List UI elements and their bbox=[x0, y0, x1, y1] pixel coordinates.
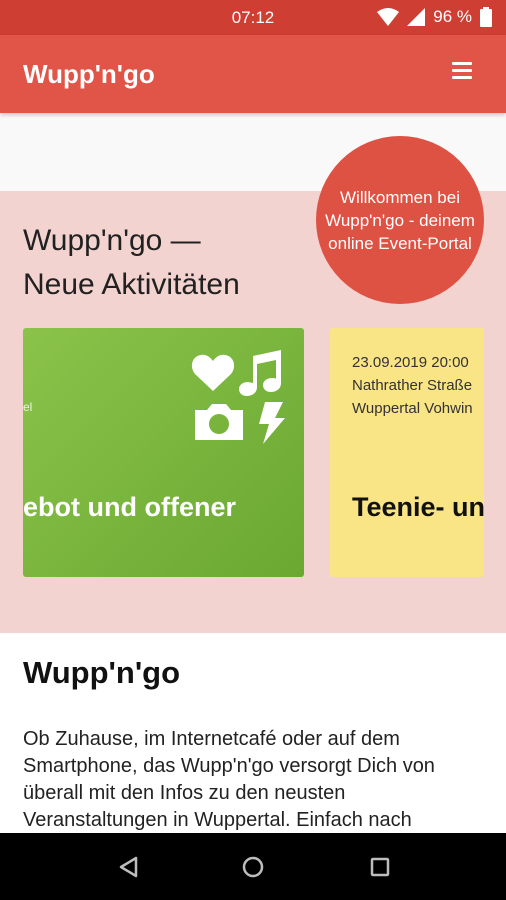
event-card-info: 23.09.2019 20:00 Nathrather Straße Wuppe… bbox=[352, 351, 473, 420]
battery-icon bbox=[480, 7, 492, 27]
status-bar: 07:12 96 % bbox=[0, 0, 506, 35]
about-text: Ob Zuhause, im Internetcafé oder auf dem… bbox=[23, 728, 435, 831]
home-icon[interactable] bbox=[223, 833, 283, 900]
about-section: Wupp'n'go Ob Zuhause, im Internetcafé od… bbox=[0, 633, 506, 833]
event-date: 23.09.2019 20:00 bbox=[352, 354, 469, 371]
event-card-title: Teenie- und bbox=[352, 492, 484, 522]
event-card[interactable]: 23.09.2019 20:00 Nathrather Straße Wuppe… bbox=[330, 328, 484, 577]
recents-icon[interactable] bbox=[350, 833, 410, 900]
lightning-icon bbox=[259, 402, 285, 444]
about-heading: Wupp'n'go bbox=[23, 655, 181, 690]
app-bar: Wupp'n'go bbox=[0, 35, 506, 113]
event-street: Nathrather Straße bbox=[352, 377, 473, 394]
hero-title: Wupp'n'go — Neue Aktivitäten bbox=[23, 219, 240, 307]
status-icons: 96 % bbox=[377, 7, 492, 27]
hero-title-line1: Wupp'n'go — bbox=[23, 224, 201, 257]
event-card-title: ebot und offener bbox=[23, 492, 236, 522]
heart-icon bbox=[191, 354, 235, 391]
music-icon bbox=[239, 350, 281, 396]
event-card[interactable]: el ebot und offener bbox=[23, 328, 304, 577]
app-title: Wupp'n'go bbox=[23, 59, 155, 89]
signal-icon bbox=[407, 8, 426, 26]
event-city: Wuppertal Vohwin bbox=[352, 400, 473, 417]
welcome-text: Willkommen bei Wupp'n'go - deinem online… bbox=[325, 187, 475, 253]
wifi-icon bbox=[377, 8, 400, 26]
camera-icon bbox=[195, 404, 243, 440]
battery-percent: 96 % bbox=[433, 7, 472, 26]
event-card-meta: el bbox=[23, 400, 33, 414]
welcome-badge: Willkommen bei Wupp'n'go - deinem online… bbox=[316, 136, 484, 304]
hero-title-line2: Neue Aktivitäten bbox=[23, 268, 240, 301]
navigation-bar bbox=[0, 833, 506, 900]
activity-icons bbox=[191, 350, 285, 444]
menu-icon[interactable] bbox=[452, 62, 472, 80]
back-icon[interactable] bbox=[98, 833, 158, 900]
